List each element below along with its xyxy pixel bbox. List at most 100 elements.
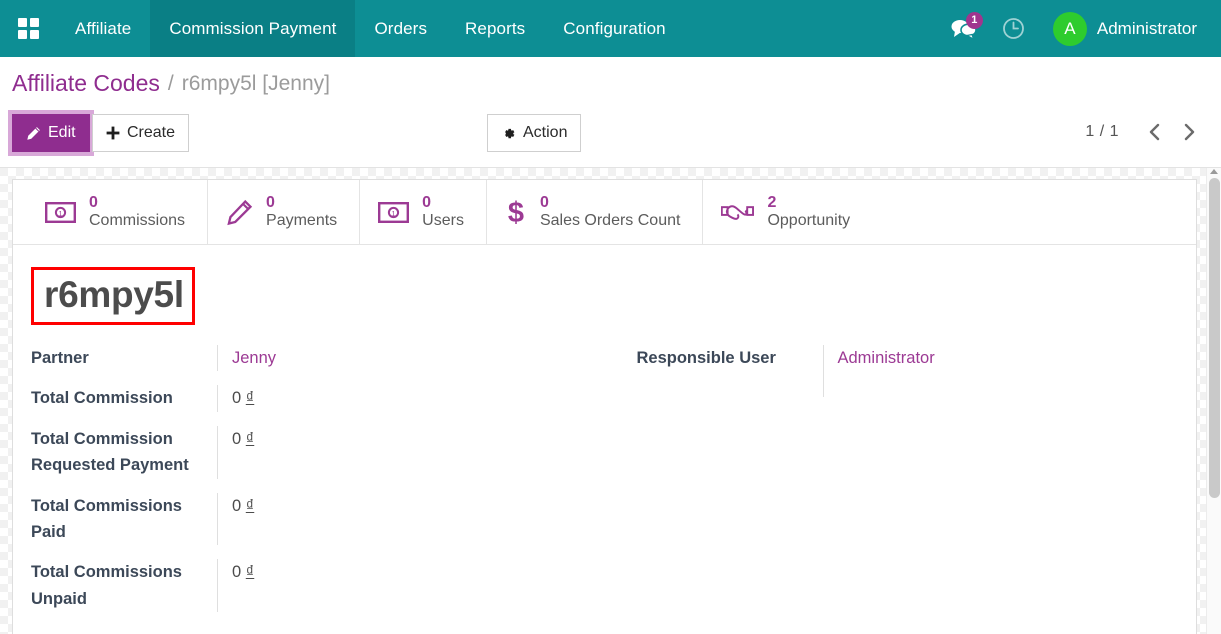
stat-button-row: 1 0 Commissions 0 Payments (13, 180, 1196, 245)
menu-item-label: Orders (374, 19, 427, 39)
breadcrumb-current: r6mpy5l [Jenny] (182, 72, 330, 96)
stat-value: 0 (89, 194, 185, 212)
scroll-up-arrow-icon[interactable] (1210, 169, 1218, 174)
menu-item-label: Reports (465, 19, 525, 39)
action-button[interactable]: Action (487, 114, 581, 152)
stat-text: 0 Users (422, 194, 464, 230)
field-responsible-user: Responsible User Administrator (637, 345, 1197, 397)
breadcrumb: Affiliate Codes / r6mpy5l [Jenny] (0, 57, 1221, 110)
create-button[interactable]: Create (92, 114, 189, 152)
stat-button-users[interactable]: 1 0 Users (360, 180, 487, 244)
currency-symbol: ₫ (246, 497, 254, 515)
pager: 1 / 1 (1085, 118, 1203, 146)
stat-text: 0 Commissions (89, 194, 185, 230)
field-value: 0 ₫ (217, 493, 605, 546)
stat-button-payments[interactable]: 0 Payments (208, 180, 360, 244)
currency-symbol: ₫ (246, 389, 254, 407)
field-total-commissions-unpaid: Total Commissions Unpaid 0 ₫ (31, 559, 605, 612)
currency-symbol: ₫ (246, 563, 254, 581)
stat-text: 2 Opportunity (767, 194, 850, 230)
field-total-commission: Total Commission 0 ₫ (31, 385, 605, 411)
stat-label: Users (422, 212, 464, 230)
field-value: Administrator (823, 345, 1197, 397)
menu-item-reports[interactable]: Reports (446, 0, 544, 57)
gear-icon (501, 126, 516, 141)
plus-icon (106, 126, 120, 140)
messages-button[interactable]: 1 (939, 0, 989, 57)
menu-item-label: Configuration (563, 19, 665, 39)
svg-text:1: 1 (59, 211, 63, 218)
field-total-commissions-paid: Total Commissions Paid 0 ₫ (31, 493, 605, 546)
menu-item-configuration[interactable]: Configuration (544, 0, 684, 57)
field-partner: Partner Jenny (31, 345, 605, 371)
field-value: 0 ₫ (217, 559, 605, 612)
activity-button[interactable] (989, 0, 1039, 57)
menu-item-orders[interactable]: Orders (355, 0, 446, 57)
stat-button-opportunity[interactable]: 2 Opportunity (703, 180, 872, 244)
stat-label: Opportunity (767, 212, 850, 230)
pager-previous-button[interactable] (1141, 118, 1169, 146)
dollar-sign-icon: $ (505, 197, 527, 227)
breadcrumb-root-link[interactable]: Affiliate Codes (12, 70, 160, 97)
field-label: Total Commission (31, 385, 217, 411)
stat-label: Commissions (89, 212, 185, 230)
partner-link[interactable]: Jenny (232, 349, 276, 367)
field-value: Jenny (217, 345, 605, 371)
menu-item-affiliate[interactable]: Affiliate (56, 0, 150, 57)
scrollbar-thumb[interactable] (1209, 178, 1220, 498)
top-navbar: Affiliate Commission Payment Orders Repo… (0, 0, 1221, 57)
svg-text:1: 1 (392, 211, 396, 218)
form-column-left: Partner Jenny Total Commission 0 ₫ Total… (13, 345, 605, 626)
field-value: 0 ₫ (217, 385, 605, 411)
edit-button[interactable]: Edit (12, 114, 90, 152)
field-label: Total Commissions Unpaid (31, 559, 217, 612)
amount-value: 0 (232, 563, 241, 581)
pencil-icon (26, 126, 41, 141)
stat-label: Payments (266, 212, 337, 230)
menu-item-label: Commission Payment (169, 19, 336, 39)
apps-grid-icon (18, 18, 39, 39)
field-label: Responsible User (637, 345, 823, 397)
vertical-scrollbar[interactable] (1206, 168, 1221, 634)
record-title[interactable]: r6mpy5l (31, 267, 195, 325)
stat-text: 0 Payments (266, 194, 337, 230)
amount-value: 0 (232, 389, 241, 407)
amount-value: 0 (232, 497, 241, 515)
field-label: Total Commission Requested Payment (31, 426, 217, 479)
form-sheet: 1 0 Commissions 0 Payments (12, 179, 1197, 634)
currency-symbol: ₫ (246, 430, 254, 448)
clock-icon (1002, 17, 1025, 40)
navbar-right-tools: 1 A Administrator (939, 0, 1221, 57)
avatar: A (1053, 12, 1087, 46)
responsible-user-link[interactable]: Administrator (838, 349, 935, 367)
chevron-left-icon (1147, 122, 1163, 142)
messages-badge: 1 (966, 12, 983, 29)
money-bill-icon: 1 (45, 202, 76, 223)
main-menu: Affiliate Commission Payment Orders Repo… (56, 0, 685, 57)
field-label: Partner (31, 345, 217, 371)
handshake-icon (721, 201, 754, 223)
stat-value: 0 (266, 194, 337, 212)
chevron-right-icon (1181, 122, 1197, 142)
field-label: Total Commissions Paid (31, 493, 217, 546)
field-total-commission-requested-payment: Total Commission Requested Payment 0 ₫ (31, 426, 605, 479)
breadcrumb-separator: / (168, 72, 174, 96)
money-bill-icon: 1 (378, 202, 409, 223)
apps-menu-button[interactable] (0, 0, 56, 57)
menu-item-commission-payment[interactable]: Commission Payment (150, 0, 355, 57)
stat-button-commissions[interactable]: 1 0 Commissions (27, 180, 208, 244)
stat-text: 0 Sales Orders Count (540, 194, 681, 230)
field-value: 0 ₫ (217, 426, 605, 479)
stat-value: 2 (767, 194, 850, 212)
stat-button-sales-orders-count[interactable]: $ 0 Sales Orders Count (487, 180, 704, 244)
form-grid: Partner Jenny Total Commission 0 ₫ Total… (13, 333, 1196, 626)
amount-value: 0 (232, 430, 241, 448)
action-button-label: Action (523, 124, 567, 142)
pager-next-button[interactable] (1175, 118, 1203, 146)
stat-label: Sales Orders Count (540, 212, 681, 230)
user-name-label: Administrator (1097, 19, 1197, 39)
user-menu[interactable]: A Administrator (1039, 12, 1205, 46)
edit-button-label: Edit (48, 124, 76, 142)
form-column-right: Responsible User Administrator (605, 345, 1197, 626)
pager-count: 1 / 1 (1085, 123, 1119, 141)
